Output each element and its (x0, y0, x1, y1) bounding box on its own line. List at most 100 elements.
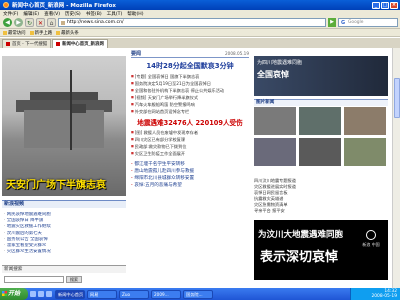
news-link[interactable]: 汽车火车舰船鸣笛 防空警报鸣响 (131, 101, 249, 108)
task-button[interactable]: 2009... (151, 289, 181, 299)
photo-caption: 天安门广场下半旗志哀 (6, 180, 106, 191)
navigation-toolbar: ◀ ▶ ↻ ✕ ⌂ http://news.sina.com.cn/ ▶ G G… (0, 17, 400, 29)
news-search-heading: 新闻搜索 (2, 265, 126, 273)
news-link[interactable]: 唐山地震孤儿赴四川参与救援 (131, 168, 249, 175)
menu-history[interactable]: 历史(S) (65, 11, 81, 17)
news-link[interactable]: 四川灾区已有部分学校复课 (131, 136, 249, 143)
casualty-related-links: [图] 救援人员在废墟中发现幸存者 四川灾区已有部分学校复课 民政部:救灾款物已… (131, 129, 249, 157)
clock-date: 2008-05-19 (371, 294, 397, 299)
windows-taskbar: 开始 新闻中心首页 网易 Zuo 2009... 国务院... 14:32 20… (0, 288, 400, 300)
home-button[interactable]: ⌂ (47, 18, 56, 27)
window-title: 新闻中心首页_新浪网 - Mozilla Firefox (12, 3, 116, 9)
news-link[interactable]: 外交部在网站首页设悼念专栏 (131, 108, 249, 115)
list-item[interactable]: 灾区群众生活安置情况 (4, 249, 124, 255)
headline-photo[interactable]: 天安门广场下半旗志哀 (2, 56, 126, 196)
address-bar[interactable]: http://news.sina.com.cn/ (58, 18, 326, 27)
mourning-banner-line1: 为汶川大地震遇难同胞 (258, 230, 344, 240)
gate-building (24, 110, 104, 148)
sina-logo-text: 新浪 中国 (362, 242, 380, 247)
menu-tools[interactable]: 工具(T) (107, 11, 123, 17)
photo-thumbnail[interactable] (299, 138, 341, 166)
video-section-heading[interactable]: 新浪视频 (2, 200, 126, 208)
quick-launch-icon[interactable] (30, 291, 36, 297)
tab-label: 新闻中心首页_新浪网 (62, 42, 104, 47)
task-button[interactable]: 网易 (87, 289, 117, 299)
photo-thumbnail[interactable] (254, 138, 296, 166)
vertical-scrollbar[interactable] (392, 48, 400, 288)
menu-bookmarks[interactable]: 书签(B) (86, 11, 102, 17)
news-link[interactable]: [专题] 全国哀悼日 国旗下半旗志哀 (131, 73, 249, 80)
news-link[interactable]: 全国和各驻外机构下半旗志哀 停止公共娱乐活动 (131, 87, 249, 94)
scrollbar-thumb[interactable] (394, 78, 400, 118)
tab-strip: 首页 - 下一代搜狐 新闻中心首页_新浪网 (0, 38, 400, 48)
menubar: 文件(F) 编辑(E) 查看(V) 历史(S) 书签(B) 工具(T) 帮助(H… (0, 10, 400, 17)
news-link[interactable]: 绵阳市北川县城群众转移安置 (131, 175, 249, 182)
photo-thumbnails (254, 107, 388, 166)
news-link[interactable]: 都江堰千名学生平安转移 (131, 161, 249, 168)
search-placeholder: Google (348, 20, 364, 25)
mourning-banner[interactable]: 为汶川大地震遇难同胞 表示深切哀悼 新浪 中国 (254, 220, 388, 280)
task-button[interactable]: 新闻中心首页 (55, 289, 85, 299)
web-page: 天安门广场下半旗志哀 新浪视频 网民哀悼地震遇难同胞 全国哀悼日 降半旗 地震灾… (0, 48, 392, 288)
forward-button[interactable]: ▶ (14, 18, 23, 27)
left-column: 天安门广场下半旗志哀 新浪视频 网民哀悼地震遇难同胞 全国哀悼日 降半旗 地震灾… (0, 50, 128, 286)
headline-related-links: [专题] 全国哀悼日 国旗下半旗志哀 国务院决定5月19日至21日为全国哀悼日 … (131, 73, 249, 115)
task-button[interactable]: Zuo (119, 289, 149, 299)
headline-main[interactable]: 14时28分起全国默哀3分钟 (131, 61, 249, 71)
task-buttons: 新闻中心首页 网易 Zuo 2009... 国务院... (55, 289, 350, 299)
photo-thumbnail[interactable] (299, 107, 341, 135)
news-link[interactable]: 国务院决定5月19日至21日为全国哀悼日 (131, 80, 249, 87)
banner-big-text: 全国哀悼 (257, 70, 289, 79)
news-link[interactable]: [视频] 天安门广场举行降半旗仪式 (131, 94, 249, 101)
main-news-header: 要闻 2008.05.19 (131, 50, 249, 58)
photo-news-heading[interactable]: 图片新闻 (254, 99, 388, 106)
section-title: 要闻 (131, 51, 142, 57)
tab-label: 首页 - 下一代搜狐 (12, 42, 48, 47)
menu-view[interactable]: 查看(V) (44, 11, 60, 17)
start-button[interactable]: 开始 (0, 288, 28, 300)
news-date: 2008.05.19 (225, 51, 249, 56)
menu-help[interactable]: 帮助(H) (127, 11, 143, 17)
favicon-icon (6, 42, 10, 46)
half-mast-flag (72, 104, 86, 113)
bottom-news-links: 都江堰千名学生平安转移 唐山地震孤儿赴四川参与救援 绵阳市北川县城群众转移安置 … (131, 161, 249, 189)
tab-sina-news[interactable]: 新闻中心首页_新浪网 (52, 39, 108, 48)
minimize-button[interactable]: _ (372, 1, 380, 9)
sina-logo: 新浪 中国 (360, 230, 382, 260)
bookmark-latest-headlines[interactable]: 最新头条 (56, 30, 79, 36)
news-link[interactable]: [图] 救援人员在废墟中发现幸存者 (131, 129, 249, 136)
close-button[interactable]: × (390, 1, 398, 9)
photo-thumbnail[interactable] (344, 138, 386, 166)
news-link[interactable]: 灾区卫生防疫工作全面展开 (131, 150, 249, 157)
mourning-banner-line2: 表示深切哀悼 (260, 250, 339, 265)
news-search-button[interactable]: 搜索 (66, 276, 82, 283)
headline-casualties[interactable]: 地震遇难32476人 220109人受伤 (131, 117, 249, 127)
back-button[interactable]: ◀ (3, 18, 12, 27)
stop-button[interactable]: ✕ (36, 18, 45, 27)
quick-launch-icon[interactable] (46, 291, 52, 297)
right-column: 为四川地震遇难同胞 全国哀悼 图片新闻 四川汶川地震专题报道 灾区救援进展实时报… (252, 50, 392, 286)
news-link[interactable]: 民政部:救灾款物已下拨到位 (131, 143, 249, 150)
news-link[interactable]: 哀悼:五月的悲痛与希望 (131, 182, 249, 189)
bookmark-most-visited[interactable]: 最常访问 (3, 30, 26, 36)
photo-thumbnail[interactable] (344, 107, 386, 135)
quick-launch-icon[interactable] (38, 291, 44, 297)
banner-small-text: 为四川地震遇难同胞 (257, 60, 303, 66)
bookmarks-toolbar: 最常访问 新手上路 最新头条 (0, 29, 400, 37)
menu-file[interactable]: 文件(F) (3, 11, 18, 17)
maximize-button[interactable]: □ (381, 1, 389, 9)
menu-edit[interactable]: 编辑(E) (23, 11, 39, 17)
search-input[interactable]: G Google (338, 18, 398, 27)
tab-sohu[interactable]: 首页 - 下一代搜狐 (2, 39, 52, 48)
list-item[interactable]: 寻亲平台 报平安 (254, 208, 388, 214)
go-button[interactable]: ▶ (328, 18, 336, 27)
quick-launch (30, 291, 52, 297)
bookmark-getting-started[interactable]: 新手上路 (30, 30, 53, 36)
photo-thumbnail[interactable] (254, 107, 296, 135)
news-search-input[interactable] (4, 276, 64, 283)
reload-button[interactable]: ↻ (25, 18, 34, 27)
task-button[interactable]: 国务院... (183, 289, 213, 299)
window-titlebar: 新闻中心首页_新浪网 - Mozilla Firefox _ □ × (0, 0, 400, 10)
middle-column: 要闻 2008.05.19 14时28分起全国默哀3分钟 [专题] 全国哀悼日 … (131, 50, 249, 286)
mourning-banner-top[interactable]: 为四川地震遇难同胞 全国哀悼 (254, 56, 388, 96)
